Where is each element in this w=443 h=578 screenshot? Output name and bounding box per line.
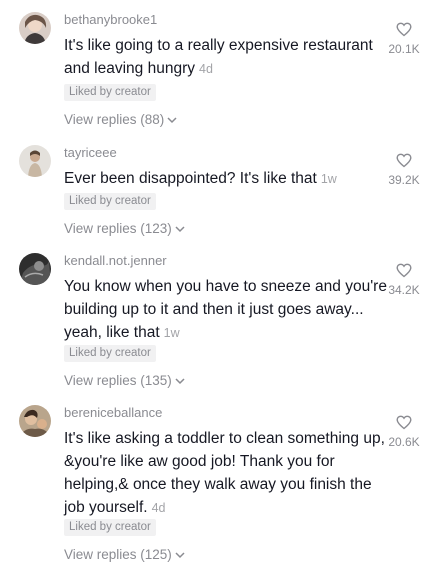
liked-by-creator-badge: Liked by creator	[64, 193, 156, 210]
liked-by-creator-badge: Liked by creator	[64, 519, 156, 536]
like-count: 20.6K	[388, 435, 420, 449]
comment-item: berenice​ballance It's like asking a tod…	[0, 405, 443, 570]
chevron-down-icon	[175, 378, 185, 385]
comment-text: It's like going to a really expensive re…	[64, 34, 389, 81]
comment-timestamp: 4d	[151, 501, 166, 515]
comment-body: It's like going to a really expensive re…	[64, 37, 373, 77]
view-replies-label: View replies (125)	[64, 547, 172, 562]
heart-outline-icon[interactable]	[396, 153, 412, 168]
comment-timestamp: 1w	[320, 172, 337, 186]
view-replies-button[interactable]: View replies (123)	[64, 221, 185, 236]
avatar[interactable]	[19, 12, 51, 44]
liked-by-creator-badge: Liked by creator	[64, 84, 156, 101]
like-count: 39.2K	[388, 173, 420, 187]
avatar[interactable]	[19, 145, 51, 177]
comment-username[interactable]: tayriceee	[64, 145, 117, 160]
comment-timestamp: 1w	[163, 326, 180, 340]
comment-timestamp: 4d	[199, 62, 213, 76]
like-column: 34.2K	[380, 263, 428, 297]
heart-outline-icon[interactable]	[396, 263, 412, 278]
comment-list: bethanybrooke1 It's like going to a real…	[0, 0, 443, 578]
comment-text: It's like asking a toddler to clean some…	[64, 427, 389, 520]
like-column: 20.1K	[380, 22, 428, 56]
comment-body: Ever been disappointed? It's like that	[64, 170, 317, 187]
liked-by-creator-badge: Liked by creator	[64, 345, 156, 362]
like-column: 39.2K	[380, 153, 428, 187]
comment-item: kendall.not.jenner You know when you hav…	[0, 253, 443, 393]
comment-username[interactable]: kendall.not.jenner	[64, 253, 167, 268]
chevron-down-icon	[175, 552, 185, 559]
view-replies-label: View replies (88)	[64, 112, 165, 127]
heart-outline-icon[interactable]	[396, 415, 412, 430]
comment-body: It's like asking a toddler to clean some…	[64, 430, 385, 516]
view-replies-button[interactable]: View replies (135)	[64, 373, 185, 388]
comment-text: Ever been disappointed? It's like that 1w	[64, 167, 389, 191]
comment-username[interactable]: bethanybrooke1	[64, 12, 157, 27]
heart-outline-icon[interactable]	[396, 22, 412, 37]
comment-item: bethanybrooke1 It's like going to a real…	[0, 12, 443, 132]
like-count: 20.1K	[388, 42, 420, 56]
comment-text: You know when you have to sneeze and you…	[64, 275, 389, 345]
comment-item: tayriceee Ever been disappointed? It's l…	[0, 145, 443, 245]
view-replies-button[interactable]: View replies (125)	[64, 547, 185, 562]
view-replies-label: View replies (135)	[64, 373, 172, 388]
view-replies-label: View replies (123)	[64, 221, 172, 236]
comment-username[interactable]: berenice​ballance	[64, 405, 162, 420]
avatar[interactable]	[19, 405, 51, 437]
chevron-down-icon	[167, 117, 177, 124]
view-replies-button[interactable]: View replies (88)	[64, 112, 177, 127]
like-count: 34.2K	[388, 283, 420, 297]
comment-body: You know when you have to sneeze and you…	[64, 278, 387, 341]
like-column: 20.6K	[380, 415, 428, 449]
chevron-down-icon	[175, 226, 185, 233]
avatar[interactable]	[19, 253, 51, 285]
